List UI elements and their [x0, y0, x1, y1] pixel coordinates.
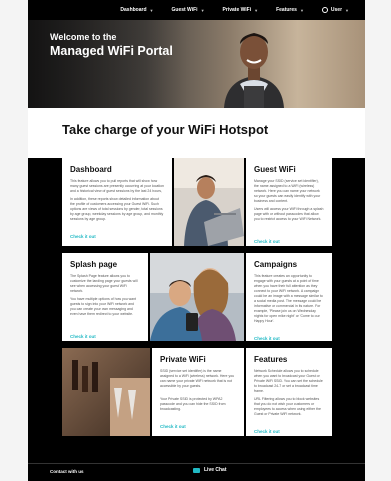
features-card: Features Network Schedule allows you to …	[246, 348, 332, 436]
wine-photo	[62, 348, 150, 436]
splash-page-check-it-out-link[interactable]: Check it out	[70, 334, 96, 339]
nav-features[interactable]: Features ▼	[276, 7, 304, 13]
private-wifi-title: Private WiFi	[160, 355, 206, 364]
user-icon	[321, 7, 328, 13]
features-text-2: URL Filtering allows you to block websit…	[254, 397, 321, 416]
hero-welcome: Welcome to the	[50, 32, 117, 42]
dashboard-text-2: In addition, these reports show detailed…	[70, 197, 164, 221]
hero-person-image	[224, 33, 284, 108]
guest-wifi-card: Guest WiFi Manage your SSID (service set…	[246, 158, 332, 246]
dashboard-card: Dashboard This feature allows you to pul…	[62, 158, 172, 246]
splash-page-text-2: You have multiple options of how you wan…	[70, 297, 137, 316]
nav-private-wifi[interactable]: Private WiFi ▼	[223, 7, 259, 13]
features-check-it-out-link[interactable]: Check it out	[254, 429, 280, 434]
splash-photo	[150, 253, 244, 341]
nav-private-wifi-label: Private WiFi	[222, 7, 252, 13]
dashboard-check-it-out-link[interactable]: Check it out	[70, 234, 96, 239]
headline-band: Take charge of your WiFi Hotspot	[28, 108, 365, 158]
guest-wifi-text-1: Manage your SSID (service set identifier…	[254, 179, 321, 203]
page-frame: Dashboard ▼ Guest WiFi ▼ Private WiFi ▼ …	[28, 0, 365, 481]
private-wifi-card: Private WiFi SSID (service set identifie…	[152, 348, 244, 436]
chat-bubble-icon	[193, 467, 200, 473]
couple-phone-image	[150, 253, 244, 341]
wine-cellar-image	[62, 348, 150, 436]
campaigns-card: Campaigns This feature creates an opport…	[246, 253, 332, 341]
top-nav: Dashboard ▼ Guest WiFi ▼ Private WiFi ▼ …	[28, 0, 365, 20]
live-chat-label: Live Chat	[204, 467, 227, 473]
private-wifi-text-2: Your Private SSID is protected by WPA2 p…	[160, 397, 226, 411]
hero-title: Managed WiFi Portal	[50, 44, 173, 58]
features-text-1: Network Schedule allows you to schedule …	[254, 369, 323, 393]
campaigns-check-it-out-link[interactable]: Check it out	[254, 336, 280, 341]
page-headline: Take charge of your WiFi Hotspot	[62, 122, 269, 137]
nav-dashboard-label: Dashboard	[120, 7, 147, 13]
campaigns-text: This feature creates an opportunity to e…	[254, 274, 323, 323]
guest-wifi-title: Guest WiFi	[254, 165, 296, 174]
footer: Contact with us Live Chat	[28, 440, 365, 481]
chevron-down-icon: ▼	[299, 7, 304, 13]
dashboard-photo	[174, 158, 244, 246]
splash-page-title: Splash page	[70, 260, 118, 269]
chevron-down-icon: ▼	[200, 7, 205, 13]
chevron-down-icon: ▼	[254, 7, 259, 13]
footer-divider	[28, 463, 365, 464]
nav-user[interactable]: User ▼	[321, 7, 349, 13]
dashboard-text-1: This feature allows you to pull reports …	[70, 179, 164, 193]
nav-guest-wifi-label: Guest WiFi	[171, 7, 198, 13]
feature-grid: Dashboard This feature allows you to pul…	[28, 158, 365, 440]
contact-link[interactable]: Contact with us	[50, 469, 84, 474]
dashboard-title: Dashboard	[70, 165, 112, 174]
campaigns-title: Campaigns	[254, 260, 298, 269]
features-title: Features	[254, 355, 288, 364]
guest-wifi-text-2: Users will access your WiFi through a sp…	[254, 207, 324, 221]
hero-banner: Welcome to the Managed WiFi Portal	[28, 20, 365, 108]
splash-page-card: Splash page The Splash Page feature allo…	[62, 253, 148, 341]
chevron-down-icon: ▼	[345, 7, 349, 13]
private-wifi-text-1: SSID (service set identifier) is the nam…	[160, 369, 235, 388]
nav-user-label: User	[330, 7, 343, 13]
man-laptop-image	[174, 158, 244, 246]
nav-dashboard[interactable]: Dashboard ▼	[120, 7, 153, 13]
live-chat-button[interactable]: Live Chat	[193, 467, 227, 473]
nav-features-label: Features	[276, 7, 297, 13]
guest-wifi-check-it-out-link[interactable]: Check it out	[254, 239, 280, 244]
splash-page-text-1: The Splash Page feature allows you to cu…	[70, 274, 138, 293]
chevron-down-icon: ▼	[149, 7, 154, 13]
nav-guest-wifi[interactable]: Guest WiFi ▼	[172, 7, 205, 13]
private-wifi-check-it-out-link[interactable]: Check it out	[160, 424, 186, 429]
